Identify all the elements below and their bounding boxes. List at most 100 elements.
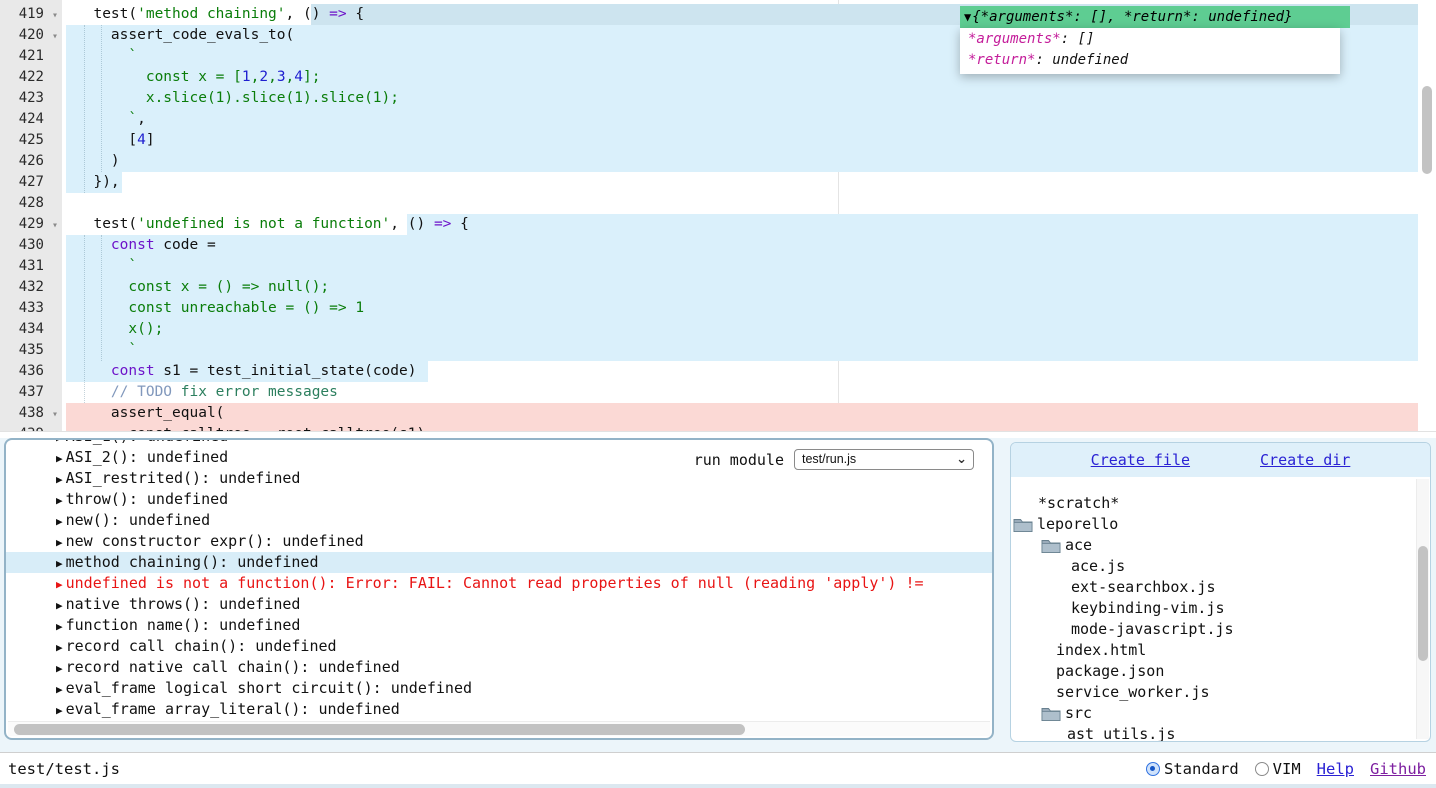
code-line[interactable]: const code = xyxy=(62,235,1436,256)
status-bar-right: Standard VIM Help Github xyxy=(1146,760,1426,778)
code-line[interactable]: test('undefined is not a function', () =… xyxy=(62,214,1436,235)
line-number: 431 xyxy=(19,258,44,274)
line-number: 424 xyxy=(19,111,44,127)
chevron-down-icon: ⌄ xyxy=(956,449,967,468)
line-number: 435 xyxy=(19,342,44,358)
code-token: => xyxy=(434,216,451,232)
test-result-row[interactable]: ▶new constructor expr(): undefined xyxy=(6,531,992,552)
editor-scrollbar[interactable] xyxy=(1421,0,1434,432)
test-result-row[interactable]: ▶ASI_1(): undefined xyxy=(6,438,992,447)
code-line[interactable]: ) xyxy=(62,151,1436,172)
test-result-row[interactable]: ▶native throws(): undefined xyxy=(6,594,992,615)
code-token: const xyxy=(111,237,155,253)
tree-item[interactable]: keybinding-vim.js xyxy=(1011,598,1416,619)
code-line[interactable]: const unreachable = () => 1 xyxy=(62,298,1436,319)
file-tree-scrollbar[interactable] xyxy=(1416,479,1429,739)
gutter-line-number: 425 xyxy=(0,130,62,151)
fold-arrow-icon[interactable]: ▾ xyxy=(52,5,58,26)
code-token: ]; xyxy=(303,69,320,85)
code-line[interactable]: ` xyxy=(62,256,1436,277)
expand-triangle-icon: ▶ xyxy=(56,599,63,612)
tooltip-row-arguments[interactable]: *arguments*: [] xyxy=(960,29,1340,50)
tree-item[interactable]: ace xyxy=(1011,535,1416,556)
test-result-row[interactable]: ▶record native call chain(): undefined xyxy=(6,657,992,678)
code-token: 'undefined is not a function' xyxy=(137,216,390,232)
gutter-line-number: 428 xyxy=(0,193,62,214)
module-select[interactable]: test/run.js ⌄ xyxy=(794,449,974,470)
code-line[interactable]: // TODO fix error messages xyxy=(62,382,1436,403)
file-tree-scrollbar-thumb[interactable] xyxy=(1418,546,1428,661)
gutter-line-number: 424 xyxy=(0,109,62,130)
fold-arrow-icon[interactable]: ▾ xyxy=(52,215,58,236)
code-editor[interactable]: 419▾420▾421422423424425426427428429▾4304… xyxy=(0,0,1436,432)
code-token: 4 xyxy=(137,132,146,148)
help-link[interactable]: Help xyxy=(1317,760,1354,778)
code-line[interactable]: const s1 = test_initial_state(code) xyxy=(62,361,1436,382)
test-result-row[interactable]: ▶eval_frame logical short circuit(): und… xyxy=(6,678,992,699)
test-result-row[interactable]: ▶record call chain(): undefined xyxy=(6,636,992,657)
tree-item[interactable]: index.html xyxy=(1011,640,1416,661)
test-result-row[interactable]: ▶throw(): undefined xyxy=(6,489,992,510)
tree-item[interactable]: service_worker.js xyxy=(1011,682,1416,703)
line-number: 429 xyxy=(19,216,44,232)
code-token: , xyxy=(286,69,295,85)
tree-item[interactable]: mode-javascript.js xyxy=(1011,619,1416,640)
results-horizontal-scrollbar[interactable] xyxy=(8,721,990,736)
keybinding-standard-radio[interactable]: Standard xyxy=(1146,760,1239,778)
gutter-line-number: 431 xyxy=(0,256,62,277)
code-line[interactable]: [4] xyxy=(62,130,1436,151)
code-line[interactable]: ` xyxy=(62,340,1436,361)
code-token: test( xyxy=(76,6,137,22)
keybinding-vim-radio[interactable]: VIM xyxy=(1255,760,1301,778)
gutter-line-number: 436 xyxy=(0,361,62,382)
tree-item[interactable]: leporello xyxy=(1011,514,1416,535)
editor-scrollbar-thumb[interactable] xyxy=(1422,86,1432,174)
test-result-row[interactable]: ▶new(): undefined xyxy=(6,510,992,531)
code-line[interactable]: const x = () => null(); xyxy=(62,277,1436,298)
line-number: 437 xyxy=(19,384,44,400)
code-token: const unreachable = () => 1 xyxy=(76,300,364,316)
tooltip-header[interactable]: ▼{*arguments*: [], *return*: undefined} xyxy=(960,6,1350,28)
results-scrollbar-thumb[interactable] xyxy=(14,724,745,735)
code-line[interactable]: }), xyxy=(62,172,1436,193)
fold-arrow-icon[interactable]: ▾ xyxy=(52,404,58,425)
line-number: 421 xyxy=(19,48,44,64)
test-result-text: throw(): undefined xyxy=(66,490,229,508)
code-token: 3 xyxy=(277,69,286,85)
test-result-text: record call chain(): undefined xyxy=(66,637,337,655)
code-line[interactable] xyxy=(62,193,1436,214)
tooltip-row-return[interactable]: *return*: undefined xyxy=(960,50,1340,71)
code-line[interactable]: x(); xyxy=(62,319,1436,340)
code-token: 2 xyxy=(259,69,268,85)
test-result-row[interactable]: ▶undefined is not a function(): Error: F… xyxy=(6,573,992,594)
fold-arrow-icon[interactable]: ▾ xyxy=(52,26,58,47)
code-line[interactable]: const calltree = root_calltree(s1) xyxy=(62,424,1436,432)
tree-item[interactable]: package.json xyxy=(1011,661,1416,682)
tree-item[interactable]: src xyxy=(1011,703,1416,724)
create-file-link[interactable]: Create file xyxy=(1091,451,1190,469)
gutter-line-number: 438▾ xyxy=(0,403,62,424)
test-result-row[interactable]: ▶eval_frame array_literal(): undefined xyxy=(6,699,992,720)
test-result-row[interactable]: ▶function name(): undefined xyxy=(6,615,992,636)
test-results-list: ▶ASI_1(): undefined▶ASI_2(): undefined▶A… xyxy=(6,440,992,720)
folder-icon xyxy=(1013,517,1033,532)
tree-item[interactable]: ext-searchbox.js xyxy=(1011,577,1416,598)
code-token: assert_equal( xyxy=(76,405,224,421)
tree-item[interactable]: ast_utils.js xyxy=(1011,724,1416,741)
create-dir-link[interactable]: Create dir xyxy=(1260,451,1350,469)
test-result-text: ASI_restrited(): undefined xyxy=(66,469,301,487)
test-result-row[interactable]: ▶method chaining(): undefined xyxy=(6,552,992,573)
code-token: const xyxy=(111,363,155,379)
tree-item[interactable]: *scratch* xyxy=(1011,493,1416,514)
gutter-line-number: 426 xyxy=(0,151,62,172)
github-link[interactable]: Github xyxy=(1370,760,1426,778)
code-line[interactable]: x.slice(1).slice(1).slice(1); xyxy=(62,88,1436,109)
code-line[interactable]: `, xyxy=(62,109,1436,130)
tree-item[interactable]: ace.js xyxy=(1011,556,1416,577)
file-tree-panel: Create file Create dir *scratch*leporell… xyxy=(1010,442,1431,742)
tooltip-value: : undefined xyxy=(1035,52,1128,68)
test-result-row[interactable]: ▶ASI_restrited(): undefined xyxy=(6,468,992,489)
gutter-line-number: 433 xyxy=(0,298,62,319)
code-line[interactable]: assert_equal( xyxy=(62,403,1436,424)
tree-item-label: service_worker.js xyxy=(1056,682,1210,703)
